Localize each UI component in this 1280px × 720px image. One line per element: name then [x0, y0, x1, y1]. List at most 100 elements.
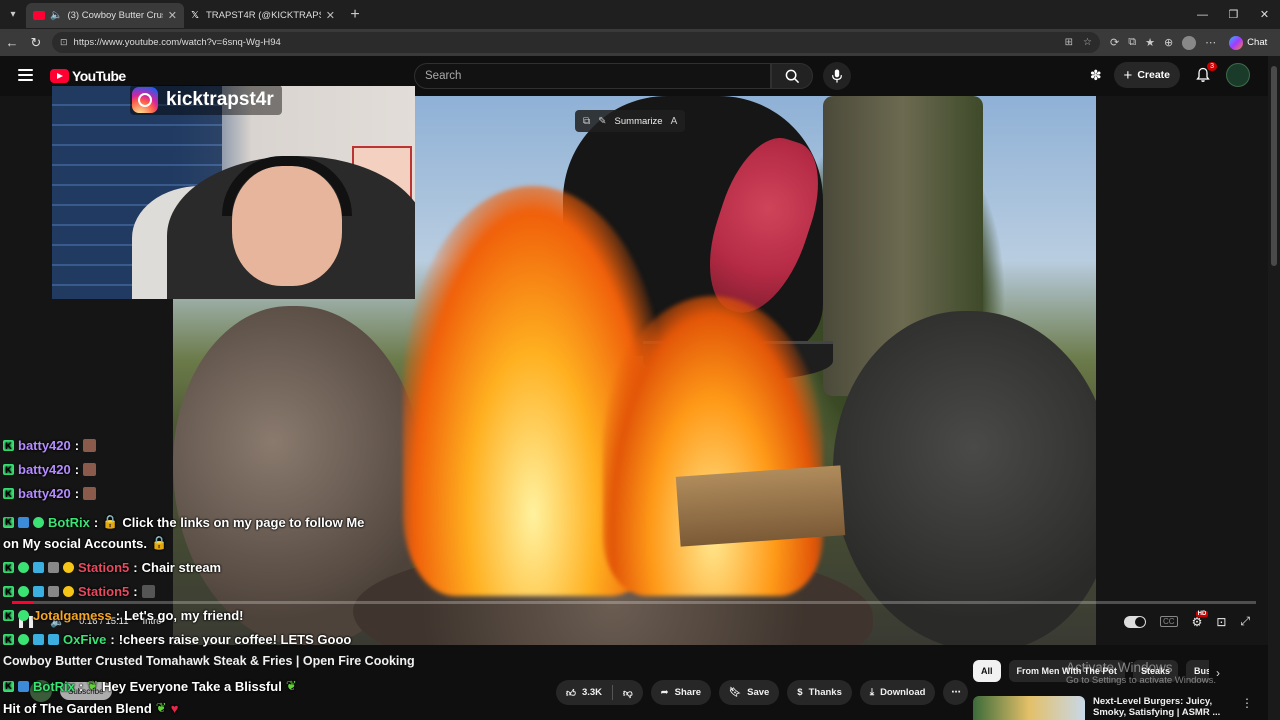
extension-puzzle-icon[interactable]: ✽ — [1090, 67, 1102, 84]
profile-avatar[interactable] — [1182, 35, 1197, 50]
youtube-play-icon — [50, 69, 69, 83]
split-screen-icon[interactable]: ⧉ — [1128, 36, 1136, 49]
chevron-right-icon[interactable]: › — [1216, 666, 1220, 680]
share-button[interactable]: ➦ Share — [650, 680, 712, 705]
favorites-icon[interactable]: ★ — [1145, 36, 1155, 49]
fullscreen-icon[interactable]: ⤢ — [1240, 614, 1250, 629]
search-box — [414, 63, 771, 89]
back-icon[interactable]: ← — [0, 35, 24, 50]
tab-x[interactable]: 𝕏 TRAPST4R (@KICKTRAPST4R) / X ✕ — [184, 3, 342, 28]
copilot-icon — [1229, 35, 1244, 50]
youtube-favicon-icon — [33, 11, 45, 20]
chat-text: Hey Everyone Take a Blissful — [102, 678, 282, 694]
collections-icon[interactable]: ⊕ — [1164, 36, 1173, 49]
more-menu-icon[interactable]: ⋯ — [1205, 36, 1216, 49]
settings-icon[interactable]: ⚙ HD — [1192, 610, 1209, 629]
scrollbar-thumb[interactable] — [1271, 66, 1277, 266]
close-tab-icon[interactable]: ✕ — [168, 9, 177, 22]
gifter-badge-icon — [48, 586, 59, 597]
chat-text: !cheers raise your coffee! LETS Gooo — [118, 632, 352, 647]
more-horizontal-icon: ⋯ — [951, 687, 961, 698]
download-button[interactable]: ⤓ Download — [859, 680, 936, 705]
tab-youtube[interactable]: 🔈 (3) Cowboy Butter Crusted To ✕ — [26, 3, 184, 28]
favorite-star-icon[interactable]: ☆ — [1083, 37, 1092, 48]
player-controls-right: CC ⚙ HD ⊡ ⤢ — [1124, 610, 1250, 629]
recommended-thumbnail[interactable] — [973, 696, 1085, 720]
save-button[interactable]: 🔖︎ Save — [719, 680, 780, 705]
autoplay-toggle[interactable] — [1124, 615, 1146, 628]
chat-text: on My social Accounts. — [3, 535, 147, 551]
close-window-icon[interactable]: ✕ — [1249, 0, 1280, 29]
chat-message: K Jotalgamess : Let's go, my friend! — [3, 608, 244, 623]
kick-icon: K — [3, 516, 14, 528]
search-button[interactable] — [771, 63, 813, 89]
chat-message: K BotRix : 🔒 Click the links on my page … — [3, 514, 364, 530]
kick-icon: K — [3, 586, 14, 597]
copilot-label: Chat — [1247, 37, 1268, 48]
verified-badge-icon — [18, 610, 29, 621]
like-button[interactable]: 👍︎ 3.3K — [556, 680, 612, 705]
restore-icon[interactable]: ❐ — [1218, 0, 1249, 29]
translate-icon[interactable]: A — [671, 116, 678, 127]
save-label: Save — [747, 687, 770, 698]
like-count: 3.3K — [581, 687, 603, 698]
app-available-icon[interactable]: ⊞ — [1065, 37, 1073, 48]
miniplayer-icon[interactable]: ⊡ — [1216, 615, 1226, 629]
chat-message: K Station5 : Chair stream — [3, 560, 221, 575]
extensions-icon[interactable]: ⟳ — [1110, 36, 1119, 49]
url-field[interactable]: ⊡ https://www.youtube.com/watch?v=6snq-W… — [52, 32, 1100, 53]
summarize-pill[interactable]: ⧉ ✎ Summarize A — [575, 110, 686, 132]
kick-icon: K — [3, 610, 14, 621]
video-progress-bar[interactable] — [12, 601, 1256, 604]
search-input[interactable] — [425, 70, 760, 82]
summarize-label: Summarize — [614, 115, 663, 127]
chat-username: BotRix — [33, 678, 75, 694]
minimize-icon[interactable]: — — [1187, 0, 1218, 29]
moderator-badge-icon — [18, 680, 29, 692]
page-scrollbar[interactable] — [1268, 56, 1280, 720]
site-info-icon[interactable]: ⊡ — [60, 37, 68, 48]
chat-message: K BotRix : ❦ Hey Everyone Take a Blissfu… — [3, 678, 297, 694]
x-favicon-icon: 𝕏 — [191, 10, 200, 21]
voice-search-button[interactable] — [823, 62, 851, 90]
menu-icon[interactable] — [18, 69, 33, 81]
emote-icon — [83, 487, 97, 500]
chat-text: Let's go, my friend! — [124, 608, 244, 623]
chip-all[interactable]: All — [973, 660, 1001, 682]
dislike-button[interactable]: 👎︎ — [613, 680, 643, 705]
more-vertical-icon[interactable]: ⋮ — [1241, 696, 1253, 720]
kick-icon: K — [3, 634, 14, 645]
watermark-line1: Activate Windows — [1066, 660, 1173, 675]
chat-username: Station5 — [78, 584, 130, 599]
chat-separator: : — [93, 514, 99, 530]
youtube-wordmark: YouTube — [72, 68, 126, 84]
reload-icon[interactable]: ↻ — [24, 35, 48, 51]
chat-username: batty420 — [18, 486, 71, 501]
copilot-chat-button[interactable]: Chat — [1229, 35, 1268, 50]
captions-icon[interactable]: CC — [1160, 616, 1178, 627]
recommended-title[interactable]: Next-Level Burgers: Juicy, Smoky, Satisf… — [1093, 696, 1233, 720]
create-button[interactable]: + Create — [1113, 62, 1180, 88]
youtube-logo[interactable]: YouTube — [50, 68, 126, 84]
chat-separator: : — [133, 560, 138, 575]
chat-message: K Station5 : — [3, 584, 155, 599]
notifications-button[interactable]: 3 — [1192, 62, 1217, 86]
recommended-video[interactable]: Next-Level Burgers: Juicy, Smoky, Satisf… — [973, 696, 1263, 720]
picture-in-picture-icon[interactable]: ⧉ — [583, 116, 590, 127]
tab-list-icon[interactable]: ▾ — [0, 0, 26, 29]
new-tab-button[interactable]: + — [342, 6, 368, 24]
video-fire — [603, 296, 823, 596]
recommended-title-line1: Next-Level Burgers: Juicy, — [1093, 696, 1213, 707]
subscriber-badge-icon — [33, 634, 44, 645]
close-tab-icon[interactable]: ✕ — [326, 9, 335, 22]
subscriber-badge-icon — [33, 562, 44, 573]
thanks-button[interactable]: $ Thanks — [787, 680, 852, 705]
create-label: Create — [1137, 69, 1170, 81]
more-actions-button[interactable]: ⋯ — [943, 680, 969, 705]
video-title: Cowboy Butter Crusted Tomahawk Steak & F… — [3, 654, 415, 668]
account-avatar[interactable] — [1226, 63, 1250, 87]
heart-emote-icon: ♥ — [170, 700, 179, 716]
browser-tabbar: ▾ 🔈 (3) Cowboy Butter Crusted To ✕ 𝕏 TRA… — [0, 0, 1280, 29]
audio-playing-icon[interactable]: 🔈 — [50, 10, 62, 21]
verified-badge-icon — [18, 586, 29, 597]
